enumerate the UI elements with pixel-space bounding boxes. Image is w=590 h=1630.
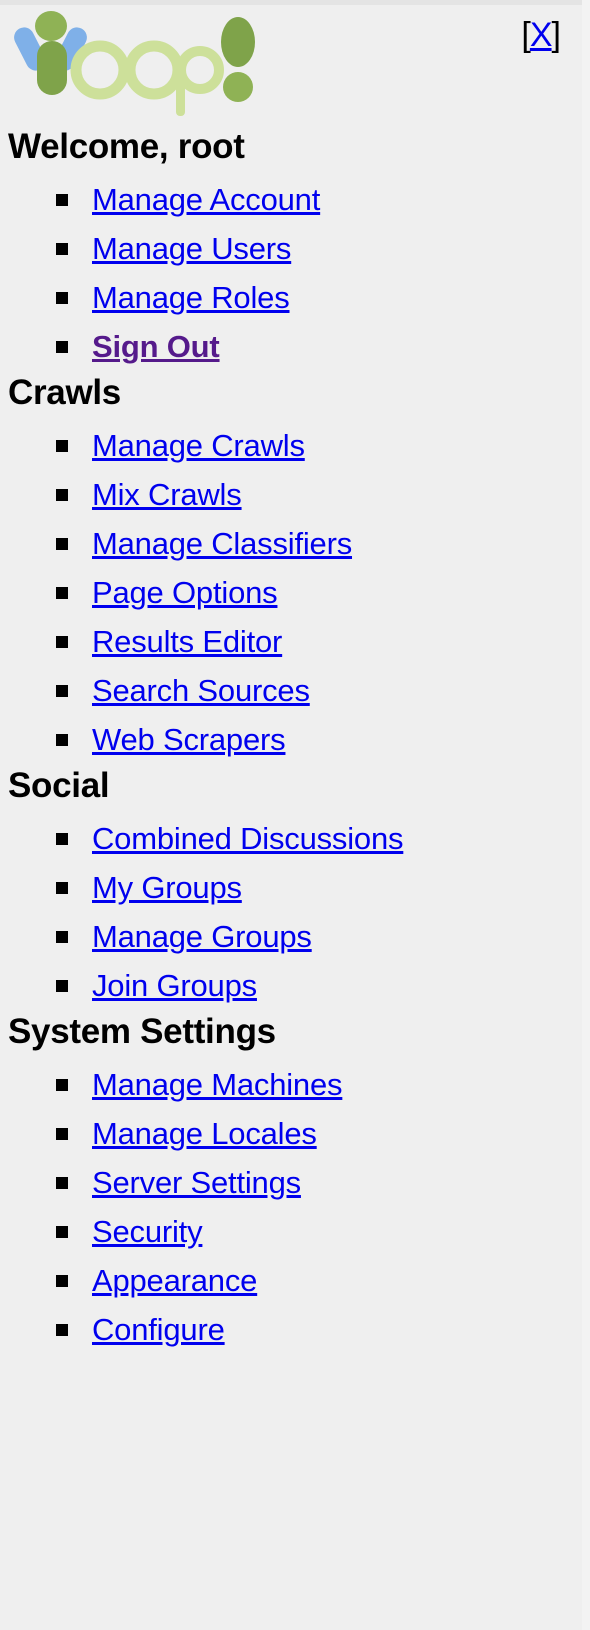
menu-link-manage-locales[interactable]: Manage Locales — [92, 1116, 317, 1151]
bullet-square-icon — [56, 1324, 68, 1336]
menu-link-results-editor[interactable]: Results Editor — [92, 624, 282, 659]
list-item[interactable]: Manage Account — [8, 175, 582, 224]
bullet-square-icon — [56, 587, 68, 599]
menu-link-page-options[interactable]: Page Options — [92, 575, 278, 610]
bullet-square-icon — [56, 194, 68, 206]
menu-link-manage-machines[interactable]: Manage Machines — [92, 1067, 343, 1102]
bullet-square-icon — [56, 341, 68, 353]
list-item[interactable]: Appearance — [8, 1256, 582, 1305]
close-bracket-left: [ — [521, 16, 531, 54]
list-item[interactable]: Server Settings — [8, 1158, 582, 1207]
bullet-square-icon — [56, 1177, 68, 1189]
bullet-square-icon — [56, 1275, 68, 1287]
close-bracket-right: ] — [551, 16, 562, 54]
list-item[interactable]: Configure — [8, 1305, 582, 1354]
menu-link-manage-account[interactable]: Manage Account — [92, 182, 320, 217]
menu-link-sign-out[interactable]: Sign Out — [92, 329, 220, 364]
list-item[interactable]: Search Sources — [8, 666, 582, 715]
list-item[interactable]: Manage Locales — [8, 1109, 582, 1158]
section-heading-social: Social — [8, 766, 110, 805]
page-header: [X] — [8, 0, 582, 125]
list-item[interactable]: Combined Discussions — [8, 814, 582, 863]
bullet-square-icon — [56, 882, 68, 894]
bullet-square-icon — [56, 833, 68, 845]
menu-list-system-settings: Manage Machines Manage Locales Server Se… — [8, 1060, 582, 1354]
menu-link-security[interactable]: Security — [92, 1214, 203, 1249]
bullet-square-icon — [56, 243, 68, 255]
list-item[interactable]: Results Editor — [8, 617, 582, 666]
list-item[interactable]: Manage Machines — [8, 1060, 582, 1109]
bullet-square-icon — [56, 538, 68, 550]
list-item[interactable]: Manage Groups — [8, 912, 582, 961]
yioop-logo[interactable] — [14, 8, 266, 118]
bullet-square-icon — [56, 931, 68, 943]
section-heading-crawls: Crawls — [8, 373, 121, 412]
menu-link-configure[interactable]: Configure — [92, 1312, 225, 1347]
bullet-square-icon — [56, 685, 68, 697]
list-item[interactable]: Manage Classifiers — [8, 519, 582, 568]
bullet-square-icon — [56, 489, 68, 501]
menu-list-crawls: Manage Crawls Mix Crawls Manage Classifi… — [8, 421, 582, 764]
bullet-square-icon — [56, 440, 68, 452]
menu-list-social: Combined Discussions My Groups Manage Gr… — [8, 814, 582, 1010]
list-item[interactable]: Manage Roles — [8, 273, 582, 322]
list-item[interactable]: Page Options — [8, 568, 582, 617]
bullet-square-icon — [56, 734, 68, 746]
menu-link-combined-discussions[interactable]: Combined Discussions — [92, 821, 404, 856]
menu-link-mix-crawls[interactable]: Mix Crawls — [92, 477, 242, 512]
admin-menu-page: [X] Welcome, root Manage Account Manage … — [0, 0, 582, 1354]
bullet-square-icon — [56, 292, 68, 304]
menu-link-manage-users[interactable]: Manage Users — [92, 231, 291, 266]
list-item[interactable]: Mix Crawls — [8, 470, 582, 519]
list-item[interactable]: Web Scrapers — [8, 715, 582, 764]
menu-link-manage-groups[interactable]: Manage Groups — [92, 919, 312, 954]
bullet-square-icon — [56, 980, 68, 992]
list-item[interactable]: My Groups — [8, 863, 582, 912]
menu-link-search-sources[interactable]: Search Sources — [92, 673, 310, 708]
menu-link-manage-classifiers[interactable]: Manage Classifiers — [92, 526, 352, 561]
menu-list-welcome: Manage Account Manage Users Manage Roles… — [8, 175, 582, 371]
bullet-square-icon — [56, 1079, 68, 1091]
list-item[interactable]: Sign Out — [8, 322, 582, 371]
menu-link-join-groups[interactable]: Join Groups — [92, 968, 257, 1003]
list-item[interactable]: Manage Users — [8, 224, 582, 273]
menu-link-manage-roles[interactable]: Manage Roles — [92, 280, 290, 315]
window-right-edge — [582, 0, 590, 1630]
section-heading-system-settings: System Settings — [8, 1012, 276, 1051]
bullet-square-icon — [56, 636, 68, 648]
menu-link-my-groups[interactable]: My Groups — [92, 870, 242, 905]
menu-link-appearance[interactable]: Appearance — [92, 1263, 257, 1298]
close-menu-link[interactable]: [X] — [521, 16, 562, 54]
list-item[interactable]: Manage Crawls — [8, 421, 582, 470]
menu-link-server-settings[interactable]: Server Settings — [92, 1165, 301, 1200]
menu-link-manage-crawls[interactable]: Manage Crawls — [92, 428, 305, 463]
menu-link-web-scrapers[interactable]: Web Scrapers — [92, 722, 286, 757]
bullet-square-icon — [56, 1226, 68, 1238]
section-heading-welcome: Welcome, root — [8, 127, 245, 166]
list-item[interactable]: Join Groups — [8, 961, 582, 1010]
list-item[interactable]: Security — [8, 1207, 582, 1256]
close-icon: X — [529, 16, 553, 54]
bullet-square-icon — [56, 1128, 68, 1140]
